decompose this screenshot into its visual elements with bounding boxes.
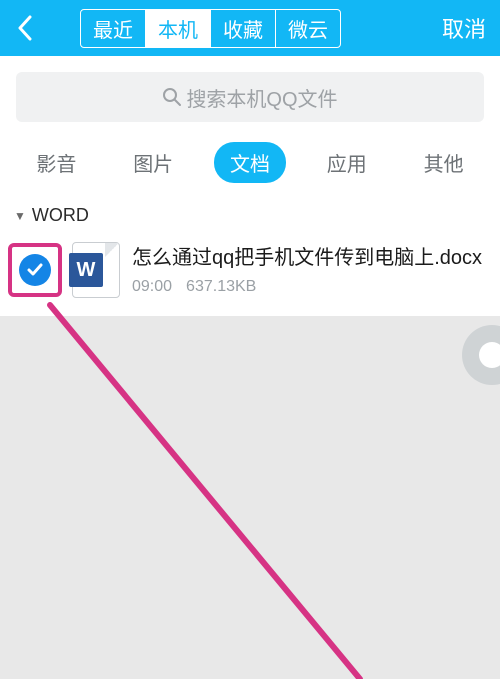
file-name: 怎么通过qq把手机文件传到电脑上.docx [132, 245, 492, 272]
cat-other[interactable]: 其他 [408, 142, 480, 183]
search-placeholder: 搜索本机QQ文件 [186, 83, 337, 112]
file-size: 637.13KB [186, 278, 256, 296]
chevron-left-icon [16, 15, 34, 41]
header-bar: 最近 本机 收藏 微云 取消 [0, 0, 500, 56]
check-icon [26, 261, 44, 279]
tab-local[interactable]: 本机 [146, 10, 211, 47]
section-header[interactable]: ▼ WORD [0, 199, 500, 232]
triangle-down-icon: ▼ [14, 209, 26, 223]
file-row[interactable]: W 怎么通过qq把手机文件传到电脑上.docx 09:00 637.13KB [0, 232, 500, 316]
cat-documents[interactable]: 文档 [214, 142, 286, 183]
cancel-button[interactable]: 取消 [442, 12, 490, 44]
tab-favorites[interactable]: 收藏 [211, 10, 276, 47]
tab-weiyun[interactable]: 微云 [276, 10, 340, 47]
category-tabs: 影音 图片 文档 应用 其他 [0, 132, 500, 199]
back-button[interactable] [10, 13, 40, 43]
file-time: 09:00 [132, 278, 172, 296]
cat-media[interactable]: 影音 [20, 142, 92, 183]
word-file-icon: W [72, 242, 120, 298]
search-icon [162, 87, 182, 107]
file-checkbox[interactable] [19, 254, 51, 286]
scope-segmented-control: 最近 本机 收藏 微云 [80, 9, 341, 48]
search-wrap: 搜索本机QQ文件 [0, 56, 500, 132]
cat-apps[interactable]: 应用 [311, 142, 383, 183]
tab-recent[interactable]: 最近 [81, 10, 146, 47]
annotation-highlight-box [8, 243, 62, 297]
section-title: WORD [32, 205, 89, 226]
file-meta: 怎么通过qq把手机文件传到电脑上.docx 09:00 637.13KB [126, 245, 492, 296]
floating-action-button[interactable] [462, 325, 500, 385]
screen: 最近 本机 收藏 微云 取消 搜索本机QQ文件 影音 图片 文档 应用 其他 ▼… [0, 0, 500, 679]
cat-images[interactable]: 图片 [117, 142, 189, 183]
search-input[interactable]: 搜索本机QQ文件 [16, 72, 484, 122]
circle-icon [479, 342, 500, 368]
content-area: 搜索本机QQ文件 影音 图片 文档 应用 其他 ▼ WORD W [0, 56, 500, 316]
